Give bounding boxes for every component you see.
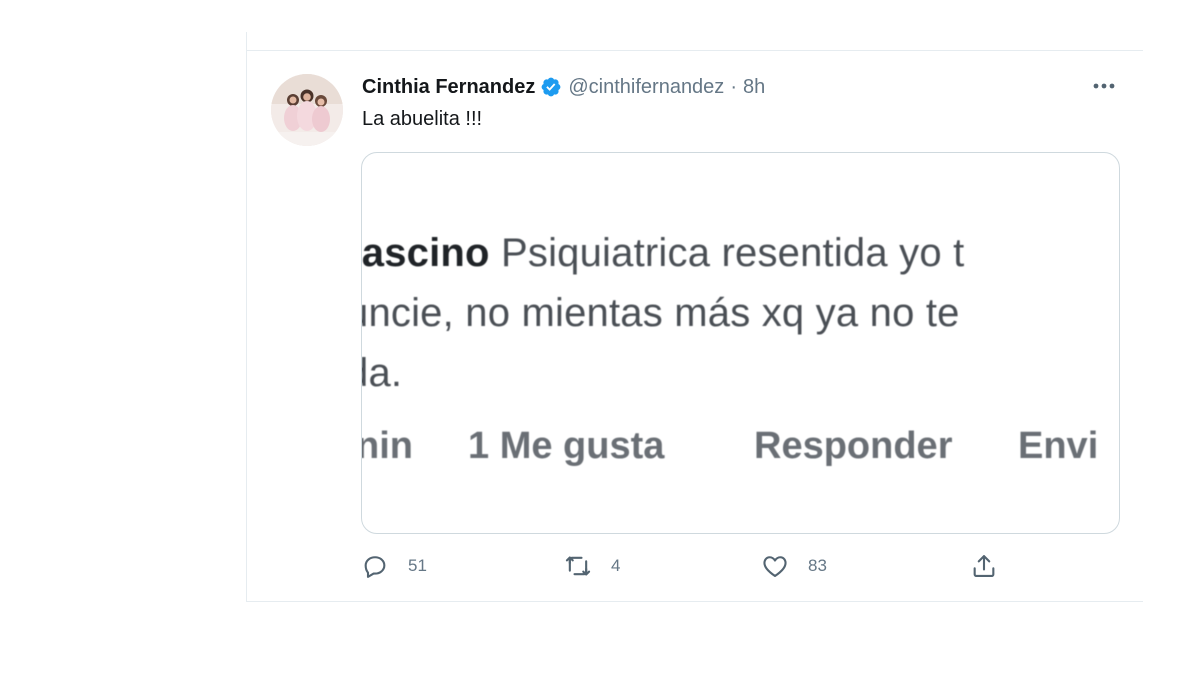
media-action-time: nin xyxy=(361,425,413,467)
heart-icon xyxy=(763,556,787,577)
author-name[interactable]: Cinthia Fernandez xyxy=(362,76,535,99)
media-text-line-3: da. xyxy=(362,351,403,395)
tweet-header: Cinthia Fernandez @cinthifernandez · 8h xyxy=(362,74,765,100)
tweet-media-image[interactable]: rascino Psiquiatrica resentida yo t unci… xyxy=(361,152,1120,534)
tweet-actions-bar: 51 4 83 xyxy=(361,552,1001,584)
timeline-column: Cinthia Fernandez @cinthifernandez · 8h … xyxy=(246,32,1143,602)
like-count: 83 xyxy=(808,556,827,575)
media-text-line-1: rascino Psiquiatrica resentida yo t xyxy=(361,231,965,276)
reply-icon xyxy=(364,556,386,578)
profile-photo-icon xyxy=(271,74,343,146)
top-divider xyxy=(247,50,1143,51)
retweet-button[interactable]: 4 xyxy=(564,552,620,580)
media-commenter-name: rascino xyxy=(361,231,490,275)
like-button[interactable]: 83 xyxy=(761,552,827,580)
media-text-line-2: uncie, no mientas más xq ya no te xyxy=(361,291,960,335)
more-options-button[interactable] xyxy=(1089,76,1119,96)
media-comment-actions: nin 1 Me gusta Responder Envi xyxy=(361,425,1099,468)
retweet-icon xyxy=(565,556,591,576)
more-horizontal-icon xyxy=(1093,83,1115,89)
tweet-text: La abuelita !!! xyxy=(362,108,483,130)
author-handle[interactable]: @cinthifernandez xyxy=(568,76,724,99)
media-comment-part-1: Psiquiatrica resentida yo t xyxy=(489,231,965,275)
reply-count: 51 xyxy=(408,556,427,575)
media-action-reply: Responder xyxy=(754,425,953,467)
share-button[interactable] xyxy=(970,552,998,580)
avatar[interactable] xyxy=(271,74,343,146)
share-icon xyxy=(973,555,995,577)
media-action-send: Envi xyxy=(1018,425,1099,467)
tweet-timestamp[interactable]: 8h xyxy=(743,76,765,99)
media-action-like: 1 Me gusta xyxy=(468,425,665,467)
retweet-count: 4 xyxy=(611,556,621,575)
verified-badge-icon xyxy=(541,77,561,97)
bottom-divider xyxy=(247,601,1143,602)
reply-button[interactable]: 51 xyxy=(361,552,427,580)
header-separator: · xyxy=(730,75,737,98)
